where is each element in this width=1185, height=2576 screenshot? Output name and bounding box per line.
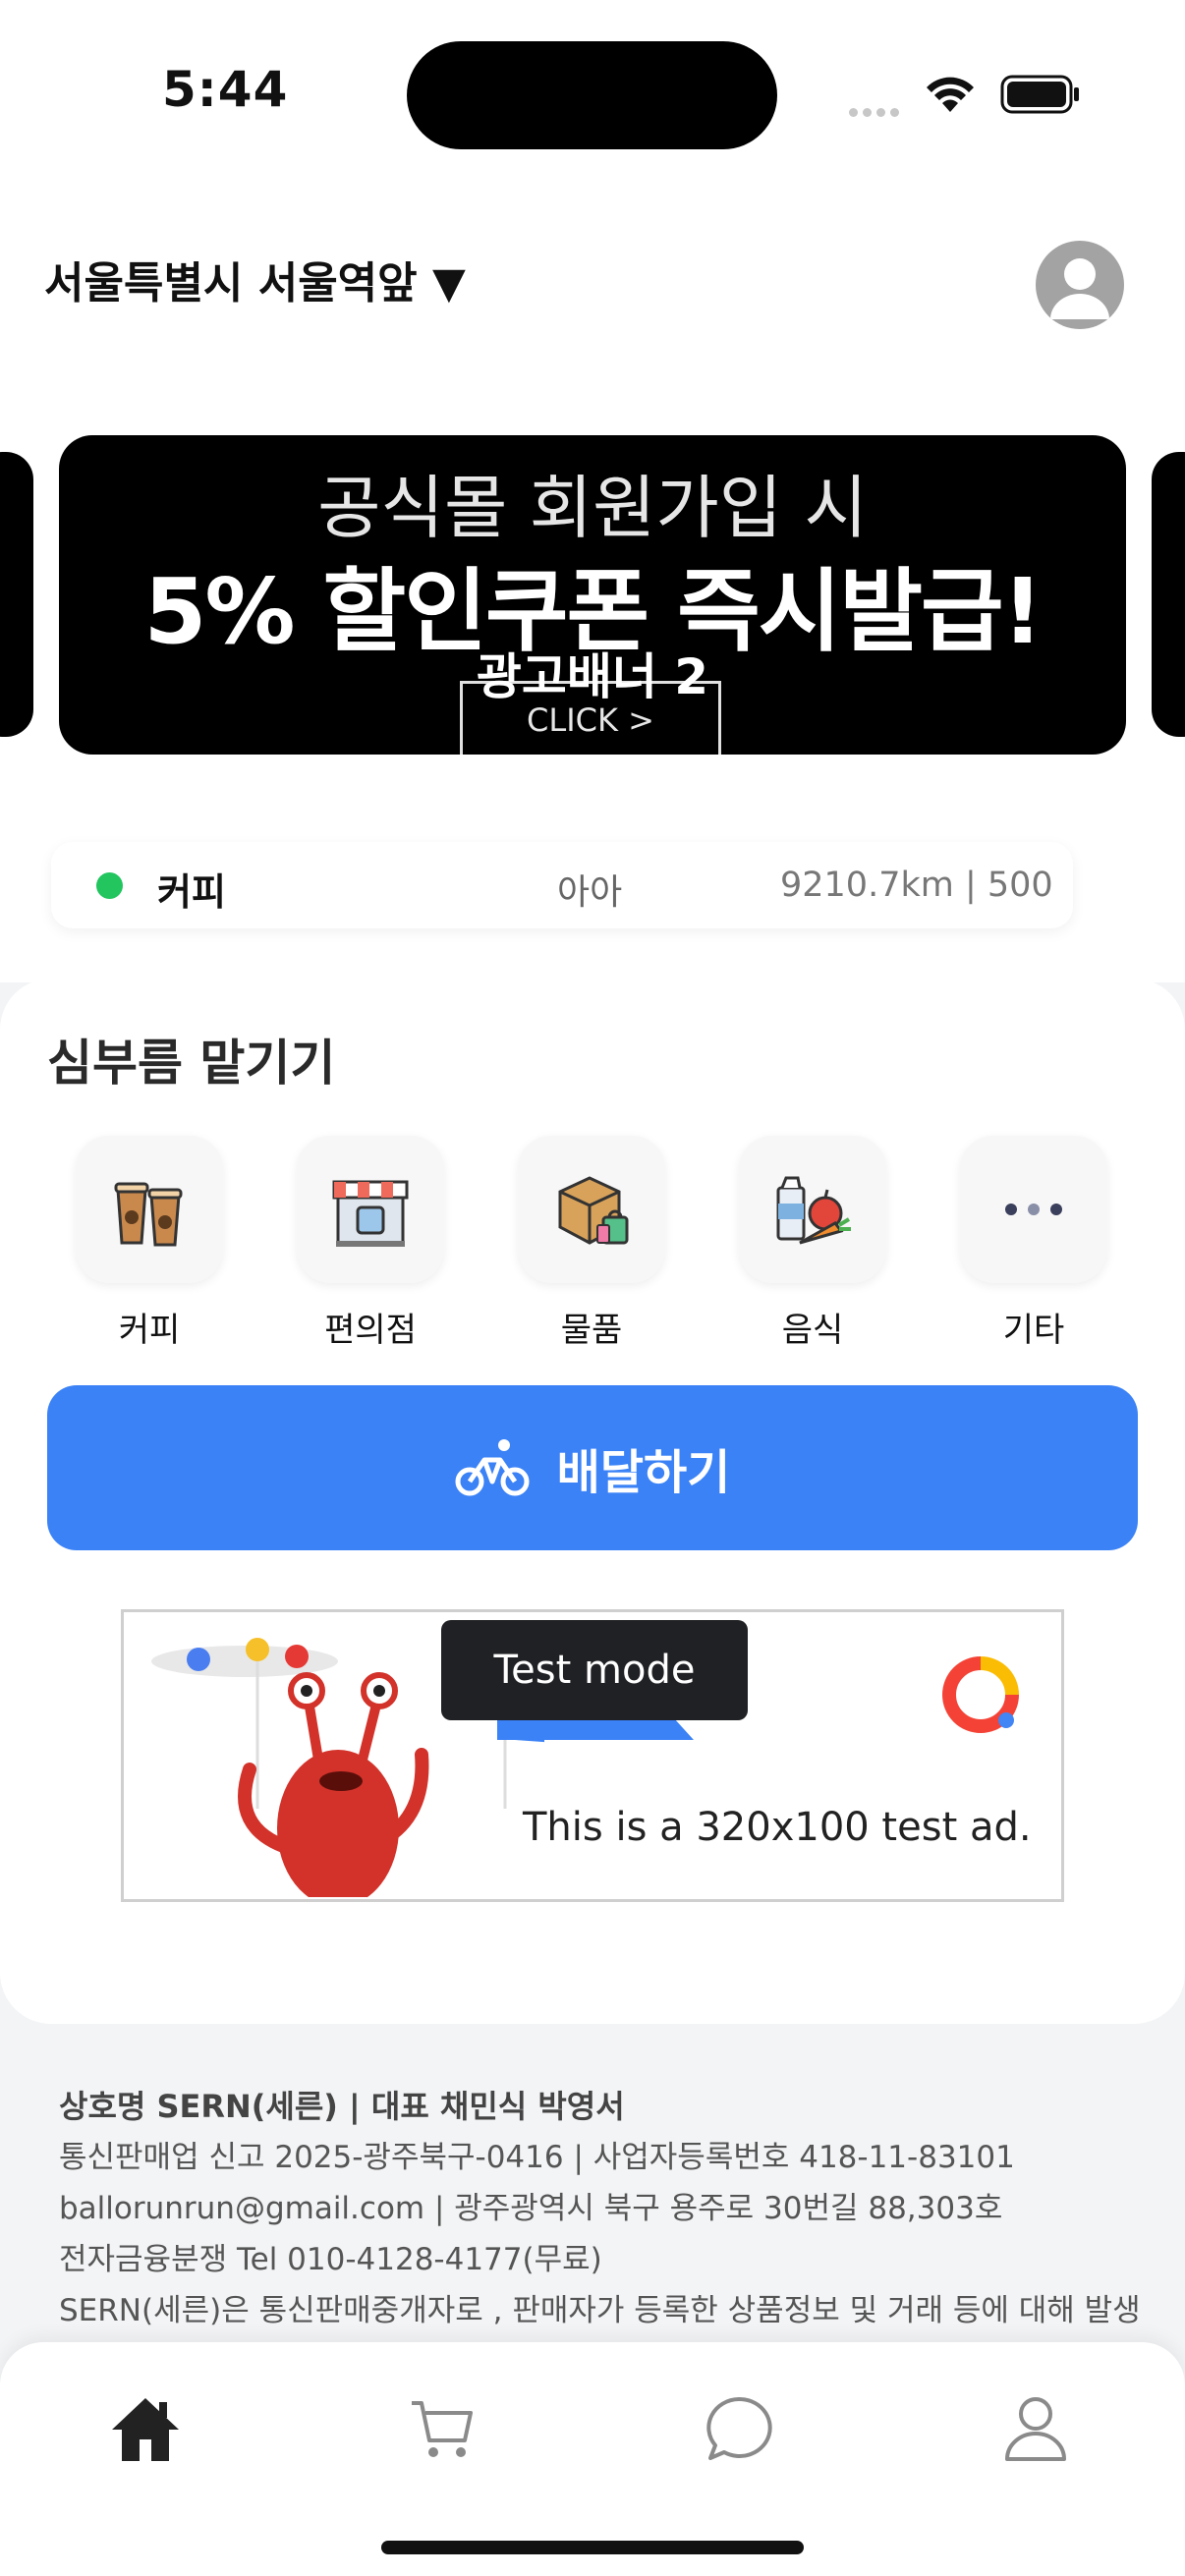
package-icon	[558, 1176, 629, 1245]
order-category: 커피	[157, 870, 226, 914]
nav-chat[interactable]	[690, 2380, 788, 2478]
dispute-contact: 전자금융분쟁 Tel 010-4128-4177(무료)	[59, 2242, 602, 2277]
banner-headline: 공식몰 회원가입 시	[317, 468, 868, 548]
location-selector[interactable]: 서울특별시 서울역앞 ▼	[44, 248, 466, 310]
status-time: 5:44	[162, 61, 289, 118]
category-goods[interactable]: 물품	[518, 1136, 665, 1351]
test-ad[interactable]: Test mode This is a 320x100 test ad.	[121, 1609, 1064, 1902]
ad-banner[interactable]: 공식몰 회원가입 시 5% 할인쿠폰 즉시발급! CLICK > 광고배너 2	[59, 435, 1126, 755]
bicycle-icon	[455, 1439, 530, 1496]
test-mode-badge: Test mode	[441, 1620, 748, 1720]
signal-icon	[849, 102, 904, 121]
category-food[interactable]: 음식	[739, 1136, 886, 1351]
category-coffee[interactable]: 커피	[76, 1136, 223, 1351]
category-etc[interactable]: 기타	[960, 1136, 1107, 1351]
order-item: 아아	[557, 872, 623, 913]
company-info: 상호명 SERN(세른) | 대표 채민식 박영서 통신판매업 신고 2025-…	[59, 2081, 1159, 2336]
category-label: 음식	[781, 1311, 844, 1350]
banner-label: 광고배너 2	[476, 648, 709, 705]
category-convenience-store[interactable]: 편의점	[297, 1136, 444, 1351]
nav-cart[interactable]	[393, 2380, 491, 2478]
ad-text: This is a 320x100 test ad.	[523, 1805, 1032, 1850]
nav-profile[interactable]	[987, 2380, 1085, 2478]
banner-next[interactable]	[1152, 452, 1185, 737]
deliver-button[interactable]: 배달하기	[47, 1385, 1138, 1550]
cart-icon	[412, 2401, 473, 2457]
status-dot	[96, 872, 123, 899]
home-icon	[112, 2398, 179, 2461]
deliver-label: 배달하기	[556, 1445, 731, 1500]
errand-card: 심부름 맡기기 커피 편의점 물품 음식 기타 배달하기 Test mode T…	[0, 979, 1185, 2024]
company-name: 상호명 SERN(세른) | 대표 채민식 박영서	[59, 2088, 625, 2125]
avatar-icon	[1050, 258, 1109, 319]
profile-avatar[interactable]	[1036, 241, 1124, 329]
nav-home[interactable]	[96, 2380, 195, 2478]
category-label: 물품	[560, 1311, 623, 1350]
business-registration: 통신판매업 신고 2025-광주북구-0416 | 사업자등록번호 418-11…	[59, 2140, 1015, 2175]
google-ads-logo-icon	[942, 1656, 1019, 1733]
contact-address[interactable]: ballorunrun@gmail.com | 광주광역시 북구 용주로 30번…	[59, 2183, 1159, 2234]
section-title: 심부름 맡기기	[47, 1035, 336, 1092]
profile-icon	[1005, 2397, 1066, 2461]
convenience-store-icon	[332, 1180, 409, 1247]
disclaimer: SERN(세른)은 통신판매중개자로 , 판매자가 등록한 상품정보 및 거래 …	[59, 2293, 1141, 2328]
category-label: 편의점	[324, 1311, 417, 1350]
grocery-food-icon	[776, 1176, 851, 1245]
coffee-cups-icon	[114, 1182, 183, 1247]
home-indicator	[381, 2541, 804, 2554]
chat-icon	[706, 2396, 772, 2460]
category-label: 기타	[1002, 1311, 1065, 1350]
category-label: 커피	[118, 1311, 181, 1350]
order-distance: 9210.7km | 500	[780, 866, 1053, 905]
active-order-card[interactable]: 커피 아아 9210.7km | 500	[51, 842, 1073, 928]
wifi-icon	[927, 77, 974, 112]
banner-prev[interactable]	[0, 452, 33, 737]
more-dots-icon	[1005, 1204, 1062, 1215]
battery-icon	[1000, 75, 1079, 114]
dynamic-island	[407, 41, 777, 149]
